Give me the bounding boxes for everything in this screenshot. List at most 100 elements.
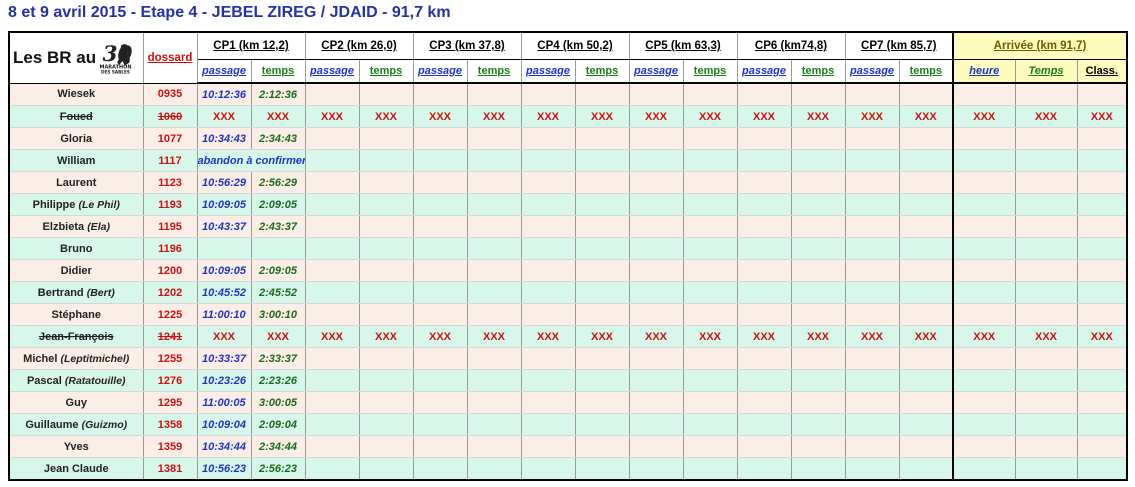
empty-cell [1077,413,1128,436]
empty-cell [305,413,360,436]
temps-subheader: temps [359,59,414,84]
empty-cell [683,149,738,172]
passage-time: 10:56:29 [197,171,252,194]
empty-cell [521,149,576,172]
empty-cell [683,369,738,392]
xxx-cell: XXX [1015,325,1078,348]
xxx-cell: XXX [467,105,522,128]
xxx-cell: XXX [359,325,414,348]
empty-cell [467,457,522,481]
empty-cell [952,215,1016,238]
passage-subheader: passage [737,59,792,84]
xxx-cell: XXX [683,105,738,128]
empty-cell [305,369,360,392]
passage-time: 10:43:37 [197,215,252,238]
table-row: Michel (Leptitmichel) 1255 10:33:37 2:33:37 [9,347,1128,370]
temps-subheader: temps [899,59,954,84]
xxx-cell: XXX [791,325,846,348]
empty-cell [305,347,360,370]
empty-cell [1015,303,1078,326]
empty-cell [467,215,522,238]
elapsed-time: 2:12:36 [251,83,306,106]
empty-cell [629,149,684,172]
empty-cell [359,215,414,238]
runner-name: Bruno [9,237,144,260]
empty-cell [629,457,684,481]
empty-cell [952,347,1016,370]
runner-name: William [9,149,144,172]
runner-dossard: 1117 [143,149,198,172]
empty-cell [1015,237,1078,260]
empty-cell [1077,237,1128,260]
runner-name: Laurent [9,171,144,194]
runner-first-name: Jean-François [38,330,114,343]
runner-name: Philippe (Le Phil) [9,193,144,216]
arrival-header: Arrivée (km 91,7) [952,32,1128,60]
empty-cell [1077,259,1128,282]
empty-cell [899,149,954,172]
table-row: Pascal (Ratatouille) 1276 10:23:26 2:23:26 [9,369,1128,392]
runner-nickname: (Leptitmichel) [60,352,130,365]
runner-name: Didier [9,259,144,282]
empty-cell [629,215,684,238]
empty-cell [899,259,954,282]
empty-cell [737,369,792,392]
xxx-cell: XXX [197,105,252,128]
passage-subheader: passage [305,59,360,84]
xxx-cell: XXX [683,325,738,348]
runner-first-name: Guy [65,396,87,409]
empty-cell [467,127,522,150]
runner-dossard: 0935 [143,83,198,106]
passage-time: 10:34:43 [197,127,252,150]
empty-cell [359,413,414,436]
empty-cell [1015,193,1078,216]
xxx-cell: XXX [899,325,954,348]
runner-dossard: 1255 [143,347,198,370]
elapsed-time: 2:56:23 [251,457,306,481]
empty-cell [305,391,360,414]
passage-time: 10:56:23 [197,457,252,481]
runner-first-name: Didier [60,264,92,277]
empty-cell [359,391,414,414]
checkpoint-header-4: CP4 (km 50,2) [521,32,630,60]
elapsed-time [251,237,306,260]
empty-cell [359,193,414,216]
empty-cell [359,369,414,392]
empty-cell [521,171,576,194]
empty-cell [305,149,360,172]
empty-cell [791,215,846,238]
empty-cell [737,413,792,436]
xxx-cell: XXX [845,325,900,348]
empty-cell [575,215,630,238]
empty-cell [791,259,846,282]
empty-cell [305,457,360,481]
runner-dossard: 1196 [143,237,198,260]
runner-name: Stéphane [9,303,144,326]
passage-time: 10:23:26 [197,369,252,392]
runner-first-name: Yves [63,440,89,453]
passage-time: 10:33:37 [197,347,252,370]
empty-cell [467,435,522,458]
xxx-cell: XXX [899,105,954,128]
empty-cell [1077,215,1128,238]
empty-cell [737,83,792,106]
empty-cell [845,413,900,436]
passage-time: 10:09:05 [197,193,252,216]
empty-cell [737,127,792,150]
empty-cell [952,149,1016,172]
empty-cell [952,369,1016,392]
empty-cell [629,281,684,304]
empty-cell [413,435,468,458]
empty-cell [1077,303,1128,326]
empty-cell [952,83,1016,106]
table-row: Jean-François 1241 XXX XXX XXX XXX XXX XXX XXX XX… [9,325,1128,348]
empty-cell [467,413,522,436]
runner-name: Guillaume (Guizmo) [9,413,144,436]
empty-cell [359,171,414,194]
empty-cell [845,127,900,150]
empty-cell [521,435,576,458]
empty-cell [952,391,1016,414]
runner-nickname: (Ratatouille) [64,374,126,387]
passage-subheader: passage [845,59,900,84]
empty-cell [359,347,414,370]
